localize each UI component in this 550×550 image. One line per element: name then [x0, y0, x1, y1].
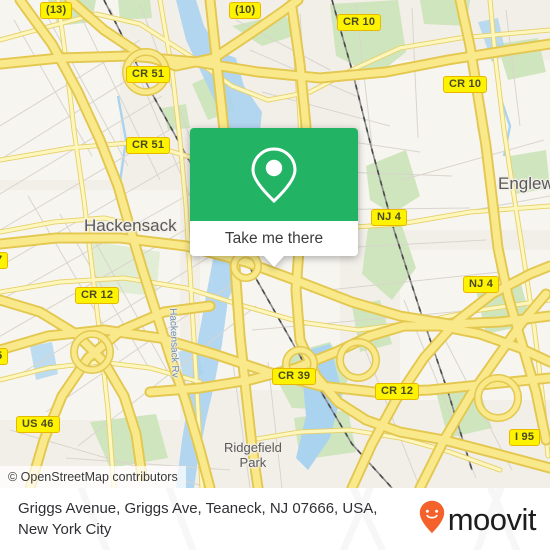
road-shield[interactable]: CR 12: [75, 287, 120, 304]
road-shield[interactable]: (10): [229, 2, 262, 19]
map-screenshot: (13) (10) CR 10 CR 10 CR 51 CR 51 NJ 4 N…: [0, 0, 550, 550]
moovit-wordmark: moovit: [447, 501, 537, 537]
address-label: Griggs Avenue, Griggs Ave, Teaneck, NJ 0…: [18, 498, 377, 540]
map-pin-icon: [250, 146, 298, 204]
road-shield-clipped[interactable]: 7: [0, 252, 9, 269]
road-shield-clipped[interactable]: 5: [0, 348, 9, 365]
road-shield[interactable]: CR 12: [375, 383, 420, 400]
place-label-hackensack: Hackensack: [84, 216, 177, 235]
road-shield[interactable]: CR 51: [126, 66, 171, 83]
road-shield[interactable]: US 46: [16, 416, 60, 433]
address-line-1: Griggs Avenue, Griggs Ave, Teaneck, NJ 0…: [18, 500, 378, 517]
take-me-there-label: Take me there: [224, 229, 324, 247]
place-label-line: Ridgefield: [224, 440, 282, 455]
map-popup-card[interactable]: Take me there: [190, 128, 358, 267]
map-attribution[interactable]: © OpenStreetMap contributors: [0, 466, 186, 488]
address-line-2: New York City: [18, 521, 112, 538]
attribution-text: © OpenStreetMap contributors: [8, 470, 178, 484]
road-shield[interactable]: NJ 4: [463, 276, 500, 293]
popup-tail: [264, 256, 284, 267]
moovit-logo[interactable]: moovit: [419, 500, 537, 539]
popup-body: [190, 128, 358, 221]
road-shield[interactable]: CR 51: [126, 137, 171, 154]
take-me-there-button[interactable]: Take me there: [190, 221, 358, 267]
footer-content: Griggs Avenue, Griggs Ave, Teaneck, NJ 0…: [0, 488, 550, 550]
road-shield[interactable]: CR 10: [337, 14, 382, 31]
footer-bar: Griggs Avenue, Griggs Ave, Teaneck, NJ 0…: [0, 488, 550, 550]
road-shield[interactable]: NJ 4: [371, 209, 408, 226]
road-shield[interactable]: CR 10: [443, 76, 488, 93]
moovit-pin-smiley-icon: [419, 500, 445, 539]
place-label-ridgefield-park: Ridgefield Park: [224, 440, 282, 470]
road-shield[interactable]: I 95: [509, 429, 541, 446]
road-shield[interactable]: (13): [40, 2, 73, 19]
place-label-line: Park: [239, 455, 267, 470]
map-canvas[interactable]: (13) (10) CR 10 CR 10 CR 51 CR 51 NJ 4 N…: [0, 0, 550, 488]
road-shield[interactable]: CR 39: [272, 368, 317, 385]
place-label-englewood: Englew: [498, 174, 550, 193]
